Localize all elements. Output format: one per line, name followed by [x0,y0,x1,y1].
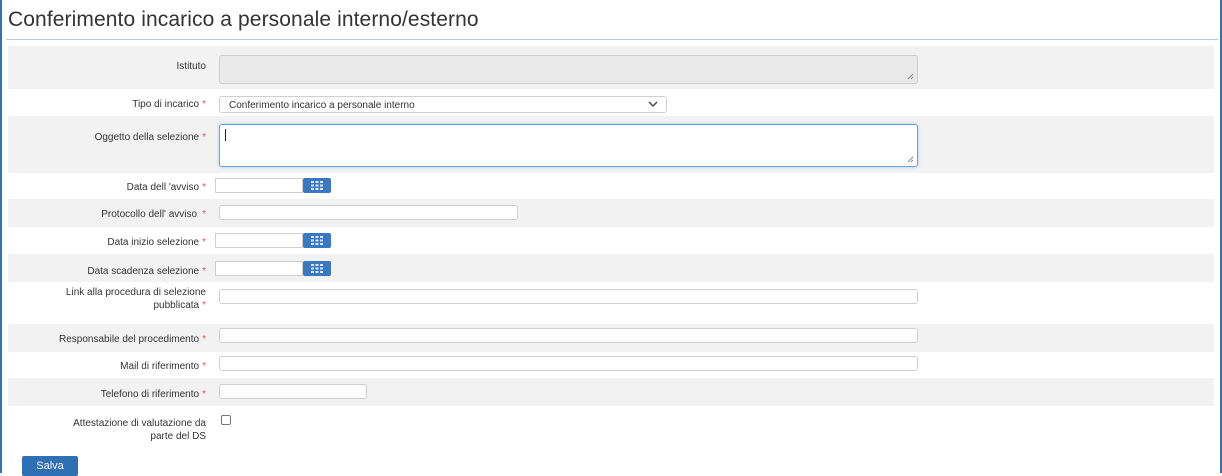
calendar-icon [311,236,323,245]
mail-label: Mail di riferimento * [120,361,206,372]
telefono-label: Telefono di riferimento * [100,389,206,400]
resize-grip-icon[interactable] [907,156,914,163]
calendar-icon [311,181,323,190]
protocollo-input[interactable] [219,205,518,220]
oggetto-label: Oggetto della selezione * [94,132,206,143]
telefono-input[interactable] [219,384,367,399]
istituto-label: Istituto [176,61,206,72]
row-oggetto: Oggetto della selezione * [8,116,1214,173]
mail-input[interactable] [219,356,918,371]
calendar-icon [311,264,323,273]
responsabile-label: Responsabile del procedimento * [59,334,206,345]
resize-grip-icon[interactable] [907,73,914,80]
row-attestazione: Attestazione di valutazione da parte del… [8,406,1214,448]
row-responsabile: Responsabile del procedimento * [8,324,1214,352]
attestazione-label: Attestazione di valutazione da parte del… [73,418,206,442]
data-inizio-label: Data inizio selezione * [107,237,206,248]
responsabile-input[interactable] [219,328,918,343]
link-label: Link alla procedura di selezione pubblic… [65,287,206,311]
data-inizio-calendar-button[interactable] [303,233,331,248]
row-data-inizio: Data inizio selezione * [8,227,1214,254]
data-avviso-calendar-button[interactable] [303,178,331,193]
row-link: Link alla procedura di selezione pubblic… [8,282,1214,324]
title-divider [6,39,1218,40]
protocollo-label: Protocollo dell' avviso * [101,209,206,220]
tipo-incarico-select[interactable]: Conferimento incarico a personale intern… [219,96,667,113]
data-scadenza-input[interactable] [215,261,303,276]
tipo-incarico-selected-value: Conferimento incarico a personale intern… [229,100,415,111]
oggetto-textarea[interactable] [219,124,918,167]
istituto-field[interactable] [219,55,918,84]
row-mail: Mail di riferimento * [8,352,1214,378]
row-istituto: Istituto [8,46,1214,89]
data-avviso-input[interactable] [215,178,303,193]
link-input[interactable] [219,289,918,304]
chevron-down-icon [648,98,658,113]
data-inizio-input[interactable] [215,233,303,248]
row-data-avviso: Data dell 'avviso * [8,173,1214,199]
tipo-incarico-label: Tipo di incarico * [132,99,206,110]
data-scadenza-label: Data scadenza selezione * [87,266,206,277]
page-title: Conferimento incarico a personale intern… [8,8,479,31]
row-telefono: Telefono di riferimento * [8,378,1214,406]
data-avviso-label: Data dell 'avviso * [126,182,206,193]
data-scadenza-calendar-button[interactable] [303,261,331,276]
row-tipo-incarico: Tipo di incarico * Conferimento incarico … [8,89,1214,116]
text-cursor [225,129,226,141]
row-data-scadenza: Data scadenza selezione * [8,254,1214,282]
row-protocollo: Protocollo dell' avviso * [8,199,1214,227]
attestazione-checkbox[interactable] [221,415,231,425]
save-button[interactable]: Salva [22,456,78,476]
